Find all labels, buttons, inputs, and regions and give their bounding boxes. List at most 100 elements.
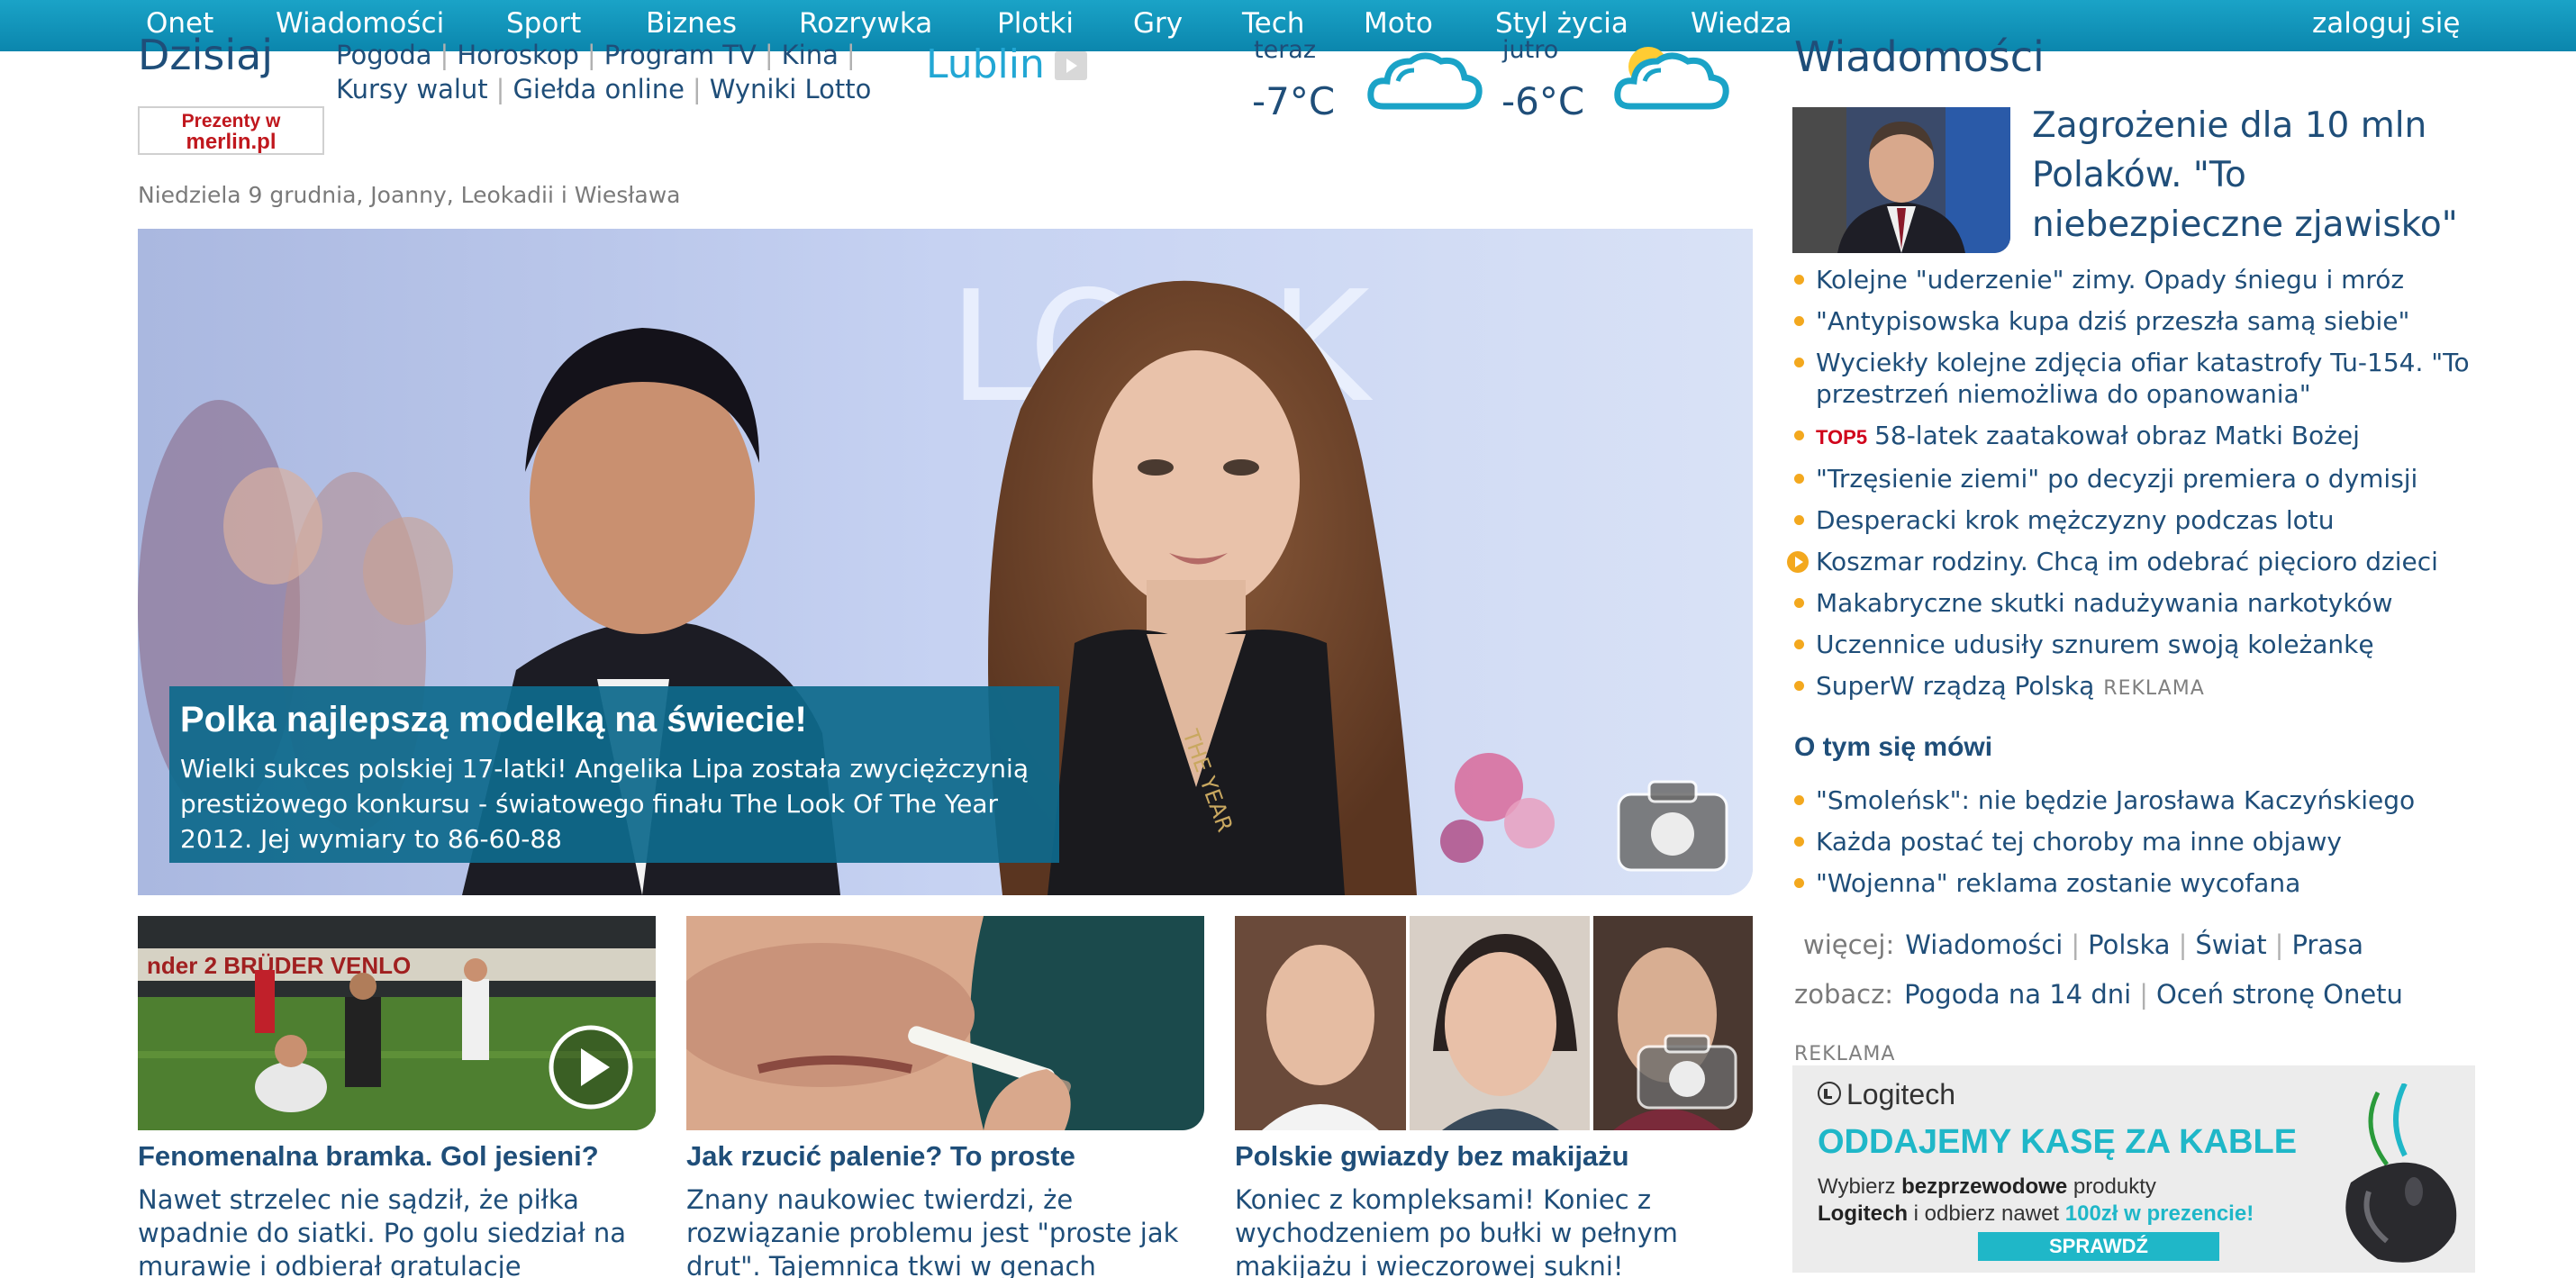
separator: | <box>692 74 702 104</box>
logitech-headline: ODDAJEMY KASĘ ZA KABLE <box>1818 1123 2298 1161</box>
separator: | <box>2274 929 2284 960</box>
lead-news-title[interactable]: Zagrożenie dla 10 mln Polaków. "To niebe… <box>2032 101 2500 249</box>
news-item-text: Uczennice udusiły sznurem swoją koleżank… <box>1816 630 2374 659</box>
see-link-ocen[interactable]: Oceń stronę Onetu <box>2156 979 2403 1010</box>
talk-item[interactable]: "Smoleńsk": nie będzie Jarosława Kaczyńs… <box>1792 784 2513 816</box>
separator: | <box>495 74 505 104</box>
date-and-nameday: Niedziela 9 grudnia, Joanny, Leokadii i … <box>138 182 681 208</box>
politician-photo <box>1792 107 2010 253</box>
today-heading: Dzisiaj <box>138 31 274 79</box>
news-item[interactable]: Uczennice udusiły sznurem swoją koleżank… <box>1792 629 2513 660</box>
card-title-stars[interactable]: Polskie gwiazdy bez makijażu <box>1235 1140 1629 1173</box>
news-item[interactable]: "Antypisowska kupa dziś przeszła samą si… <box>1792 305 2513 337</box>
pitch-ad-text: nder 2 BRÜDER VENLO <box>147 952 411 979</box>
logitech-subtext-e: i odbierz nawet <box>1908 1201 2065 1226</box>
hero-description: Wielki sukces polskiej 17-latki! Angelik… <box>180 754 1029 854</box>
bullet-icon <box>1794 275 1804 285</box>
logitech-subtext-c: produkty <box>2067 1174 2156 1199</box>
bullet-icon <box>1794 474 1804 484</box>
smoking-photo <box>686 916 1204 1130</box>
hero-caption-box[interactable]: Polka najlepszą modelką na świecie! Wiel… <box>169 686 1059 863</box>
talk-section-heading[interactable]: O tym się mówi <box>1794 732 1992 763</box>
sun-cloud-icon <box>1614 47 1729 110</box>
nav-item-wiadomosci[interactable]: Wiadomości <box>276 7 444 40</box>
link-pogoda[interactable]: Pogoda <box>336 40 432 70</box>
top5-badge: TOP5 <box>1816 426 1868 449</box>
logitech-check-button[interactable]: SPRAWDŹ <box>1978 1232 2219 1261</box>
more-link-prasa[interactable]: Prasa <box>2291 929 2363 960</box>
logitech-ad-banner[interactable]: Logitech ODDAJEMY KASĘ ZA KABLE Wybierz … <box>1792 1065 2475 1273</box>
bullet-icon <box>1794 431 1804 440</box>
ad-tag: REKLAMA <box>2103 677 2205 700</box>
separator: | <box>764 40 774 70</box>
nav-item-styl-zycia[interactable]: Styl życia <box>1495 7 1628 40</box>
ad-label: REKLAMA <box>1794 1043 1896 1065</box>
news-item-text: SuperW rządzą Polską <box>1816 671 2095 701</box>
nav-item-sport[interactable]: Sport <box>506 7 581 40</box>
see-link-pogoda[interactable]: Pogoda na 14 dni <box>1904 979 2131 1010</box>
play-icon[interactable] <box>547 1023 635 1111</box>
merlin-ad-line-1: Prezenty w <box>181 111 281 131</box>
city-name[interactable]: Lublin <box>926 41 1045 87</box>
card-text-football: Nawet strzelec nie sądził, że piłka wpad… <box>138 1184 627 1278</box>
news-list: Kolejne "uderzenie" zimy. Opady śniegu i… <box>1787 264 2513 714</box>
news-item[interactable]: TOP5 58-latek zaatakował obraz Matki Boże… <box>1792 420 2513 453</box>
nav-item-rozrywka[interactable]: Rozrywka <box>799 7 932 40</box>
card-text-stars: Koniec z kompleksami! Koniec z wychodzen… <box>1235 1184 1678 1278</box>
see-links-row: zobacz: Pogoda na 14 dni | Oceń stronę Onet… <box>1794 979 2403 1010</box>
nav-item-wiedza[interactable]: Wiedza <box>1691 7 1792 40</box>
news-item[interactable]: Desperacki krok mężczyzny podczas lotu <box>1792 504 2513 536</box>
logitech-subtext-d: Logitech <box>1818 1201 1908 1226</box>
separator: | <box>440 40 449 70</box>
news-item-text: Makabryczne skutki nadużywania narkotykó… <box>1816 588 2393 618</box>
more-link-swiat[interactable]: Świat <box>2195 929 2266 960</box>
separator: | <box>2071 929 2081 960</box>
more-link-wiadomosci[interactable]: Wiadomości <box>1905 929 2063 960</box>
camera-icon <box>1617 780 1728 872</box>
hero-title[interactable]: Polka najlepszą modelką na świecie! <box>180 699 1048 740</box>
news-item[interactable]: "Trzęsienie ziemi" po decyzji premiera o… <box>1792 463 2513 494</box>
talk-item-text: "Wojenna" reklama zostanie wycofana <box>1816 868 2301 898</box>
news-section-heading[interactable]: Wiadomości <box>1794 36 2045 77</box>
nav-item-tech[interactable]: Tech <box>1242 7 1304 40</box>
weather-now-temp: -7°C <box>1252 79 1336 123</box>
card-title-smoking[interactable]: Jak rzucić palenie? To proste <box>686 1140 1075 1173</box>
nav-item-gry[interactable]: Gry <box>1133 7 1183 40</box>
news-item-text: Wyciekły kolejne zdjęcia ofiar katastrof… <box>1816 348 2470 409</box>
lead-news-image[interactable] <box>1792 107 2010 253</box>
nav-item-moto[interactable]: Moto <box>1364 7 1433 40</box>
merlin-ad-banner[interactable]: Prezenty w merlin.pl <box>138 106 324 155</box>
city-change-arrow-icon[interactable] <box>1055 51 1087 80</box>
link-kina[interactable]: Kina <box>782 40 839 70</box>
news-item-text: "Trzęsienie ziemi" po decyzji premiera o… <box>1816 464 2418 494</box>
news-item[interactable]: Makabryczne skutki nadużywania narkotykó… <box>1792 587 2513 619</box>
news-item[interactable]: Kolejne "uderzenie" zimy. Opady śniegu i… <box>1792 264 2513 295</box>
link-gielda-online[interactable]: Giełda online <box>512 74 684 104</box>
logitech-subtext-f: 100zł w prezencie! <box>2064 1201 2254 1226</box>
nav-item-biznes[interactable]: Biznes <box>646 7 737 40</box>
nav-item-plotki[interactable]: Plotki <box>997 7 1074 40</box>
link-horoskop[interactable]: Horoskop <box>457 40 579 70</box>
news-item[interactable]: SuperW rządzą Polską REKLAMA <box>1792 670 2513 704</box>
card-text-smoking: Znany naukowiec twierdzi, że rozwiązanie… <box>686 1184 1179 1278</box>
card-title-football[interactable]: Fenomenalna bramka. Gol jesieni? <box>138 1140 599 1173</box>
more-link-polska[interactable]: Polska <box>2088 929 2170 960</box>
weather-now-label: teraz <box>1254 36 1317 64</box>
logitech-subtext: Wybierz bezprzewodowe produkty Logitech … <box>1818 1174 2331 1228</box>
logitech-subtext-a: Wybierz <box>1818 1174 1902 1199</box>
link-kursy-walut[interactable]: Kursy walut <box>336 74 488 104</box>
talk-item[interactable]: "Wojenna" reklama zostanie wycofana <box>1792 867 2513 899</box>
weather-tomorrow-label: jutro <box>1502 36 1559 64</box>
video-play-icon <box>1787 551 1809 573</box>
login-link[interactable]: zaloguj się <box>2312 7 2460 40</box>
news-item[interactable]: Wyciekły kolejne zdjęcia ofiar katastrof… <box>1792 347 2513 410</box>
talk-item[interactable]: Każda postać tej choroby ma inne objawy <box>1792 826 2513 857</box>
link-program-tv[interactable]: Program TV <box>604 40 757 70</box>
camera-icon <box>1637 1034 1737 1110</box>
card-image-smoking[interactable] <box>686 916 1204 1130</box>
link-wyniki-lotto[interactable]: Wyniki Lotto <box>710 74 872 104</box>
news-item[interactable]: Koszmar rodziny. Chcą im odebrać pięcior… <box>1787 546 2513 577</box>
bullet-icon <box>1794 598 1804 608</box>
see-label: zobacz: <box>1794 979 1894 1010</box>
logitech-brand: Logitech <box>1846 1078 1955 1110</box>
